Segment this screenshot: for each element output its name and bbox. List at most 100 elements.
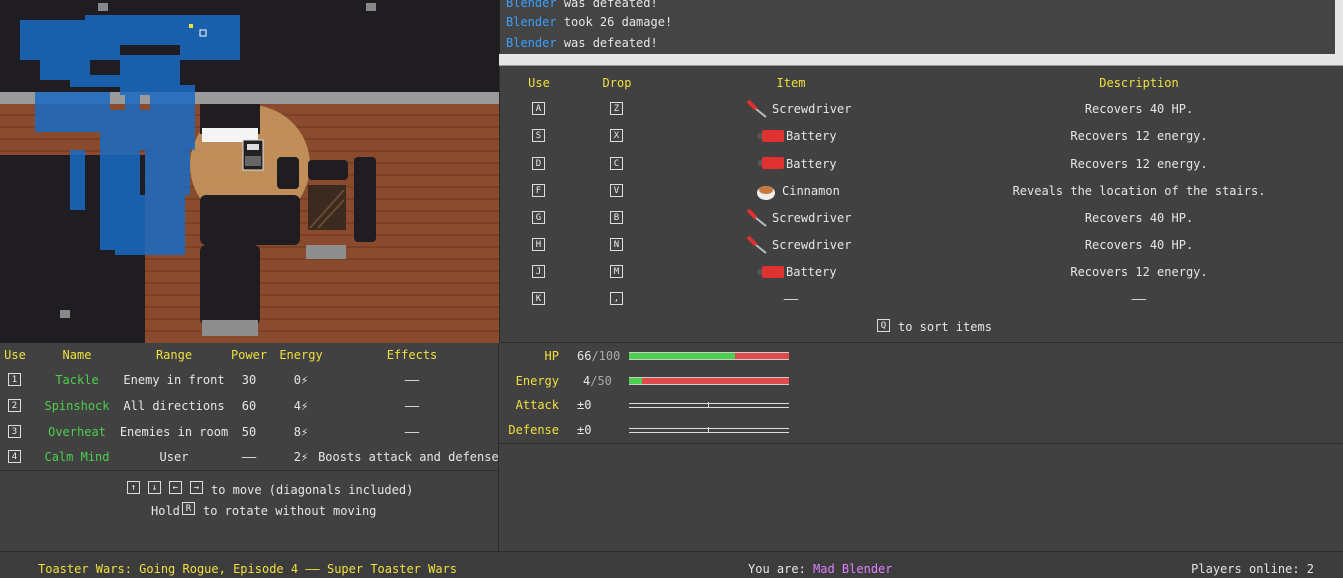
move-key[interactable]: 2 <box>8 399 21 412</box>
move-power: 50 <box>241 425 257 439</box>
defense-value: ±0 <box>577 423 592 437</box>
move-name[interactable]: Spinshock <box>44 399 109 413</box>
up-arrow-key: ↑ <box>127 481 140 494</box>
move-power: 60 <box>241 399 257 413</box>
rotate-key: R <box>182 502 195 515</box>
left-arrow-key: ← <box>169 481 182 494</box>
drop-key[interactable]: , <box>610 292 623 305</box>
game-title: Toaster Wars: Going Rogue, Episode 4 —— … <box>38 562 458 576</box>
attack-bar <box>629 402 789 408</box>
hp-bar-fill <box>629 353 735 359</box>
screwdriver-icon <box>746 208 767 227</box>
empty-panel <box>499 444 1343 551</box>
attack-label: Attack <box>515 398 559 412</box>
moves-panel: Use Name Range Power Energy Effects 1 Ta… <box>0 343 506 551</box>
rotate-help-text: to rotate without moving <box>203 504 377 518</box>
move-energy: 4⚡ <box>293 399 309 413</box>
log-line: Blender was defeated! <box>506 0 658 10</box>
move-range: All directions <box>123 399 225 413</box>
item-description: —— <box>1131 292 1147 306</box>
item-name: Screwdriver <box>772 211 852 225</box>
energy-value: 4/50 <box>583 374 612 388</box>
item-description: Recovers 12 energy. <box>1070 157 1208 171</box>
use-key[interactable]: J <box>532 265 545 278</box>
sort-key[interactable]: Q <box>877 319 890 332</box>
use-key[interactable]: S <box>532 129 545 142</box>
hp-value: 66/100 <box>577 349 620 363</box>
items-header-item: Item <box>776 76 806 90</box>
drop-key[interactable]: X <box>610 129 623 142</box>
drop-key[interactable]: C <box>610 157 623 170</box>
message-log[interactable]: Blender was defeated! Blender took 26 da… <box>499 0 1343 54</box>
energy-max: /50 <box>590 374 612 388</box>
moves-header-power: Power <box>230 348 268 362</box>
move-power: 30 <box>241 373 257 387</box>
move-name[interactable]: Overheat <box>48 425 106 439</box>
move-name[interactable]: Tackle <box>55 373 98 387</box>
move-energy: 2⚡ <box>293 450 309 464</box>
screwdriver-icon <box>746 99 767 118</box>
log-horizontal-scrollbar[interactable] <box>499 54 1343 66</box>
drop-key[interactable]: M <box>610 265 623 278</box>
item-name: Battery <box>786 129 837 143</box>
item-name: Screwdriver <box>772 102 852 116</box>
move-name[interactable]: Calm Mind <box>44 450 109 464</box>
use-key[interactable]: A <box>532 102 545 115</box>
drop-key[interactable]: V <box>610 184 623 197</box>
stats-panel: HP 66/100 Energy 4/50 Attack ±0 Defense … <box>499 343 1343 444</box>
moves-header-name: Name <box>62 348 92 362</box>
hp-bar <box>629 352 789 360</box>
drop-key[interactable]: Z <box>610 102 623 115</box>
item-name: —— <box>783 292 799 306</box>
use-key[interactable]: H <box>532 238 545 251</box>
move-range: Enemies in room <box>119 425 229 439</box>
player-name: Mad Blender <box>813 562 893 576</box>
items-header-drop: Drop <box>602 76 632 90</box>
defense-label: Defense <box>508 423 559 437</box>
item-name: Battery <box>786 265 837 279</box>
move-effects: —— <box>404 373 420 387</box>
you-are-label: You are: <box>748 562 806 576</box>
players-online: Players online: 2 <box>1191 562 1314 576</box>
use-key[interactable]: K <box>532 292 545 305</box>
move-effects: Boosts attack and defense. <box>318 450 506 464</box>
move-key[interactable]: 4 <box>8 450 21 463</box>
defense-bar-center <box>708 427 709 432</box>
log-line: Blender was defeated! <box>506 36 658 50</box>
item-description: Recovers 12 energy. <box>1070 265 1208 279</box>
item-description: Recovers 40 HP. <box>1084 211 1194 225</box>
use-key[interactable]: G <box>532 211 545 224</box>
use-key[interactable]: D <box>532 157 545 170</box>
dungeon-map <box>0 0 499 343</box>
energy-label: Energy <box>515 374 559 388</box>
moves-header-energy: Energy <box>279 348 323 362</box>
moves-header-use: Use <box>4 348 26 362</box>
item-description: Reveals the location of the stairs. <box>1012 184 1266 198</box>
move-key[interactable]: 1 <box>8 373 21 386</box>
hp-label: HP <box>544 349 559 363</box>
log-actor: Blender <box>506 15 557 29</box>
use-key[interactable]: F <box>532 184 545 197</box>
battery-icon <box>758 266 784 278</box>
move-key[interactable]: 3 <box>8 425 21 438</box>
drop-key[interactable]: B <box>610 211 623 224</box>
log-scrollbar[interactable] <box>1335 0 1343 54</box>
log-text: was defeated! <box>563 0 658 10</box>
move-range: User <box>159 450 189 464</box>
energy-bar-fill <box>629 378 642 384</box>
sort-hint: to sort items <box>898 320 992 334</box>
log-text: took 26 damage! <box>563 15 673 29</box>
log-actor: Blender <box>506 0 557 10</box>
item-name: Battery <box>786 157 837 171</box>
right-arrow-key: → <box>190 481 203 494</box>
player-toaster <box>242 139 264 171</box>
move-energy: 0⚡ <box>293 373 309 387</box>
move-power: —— <box>241 450 257 464</box>
item-name: Screwdriver <box>772 238 852 252</box>
battery-icon <box>758 130 784 142</box>
battery-icon <box>758 157 784 169</box>
hp-current: 66 <box>577 349 592 363</box>
cinnamon-icon <box>757 186 775 200</box>
drop-key[interactable]: N <box>610 238 623 251</box>
map-canvas <box>0 0 499 343</box>
